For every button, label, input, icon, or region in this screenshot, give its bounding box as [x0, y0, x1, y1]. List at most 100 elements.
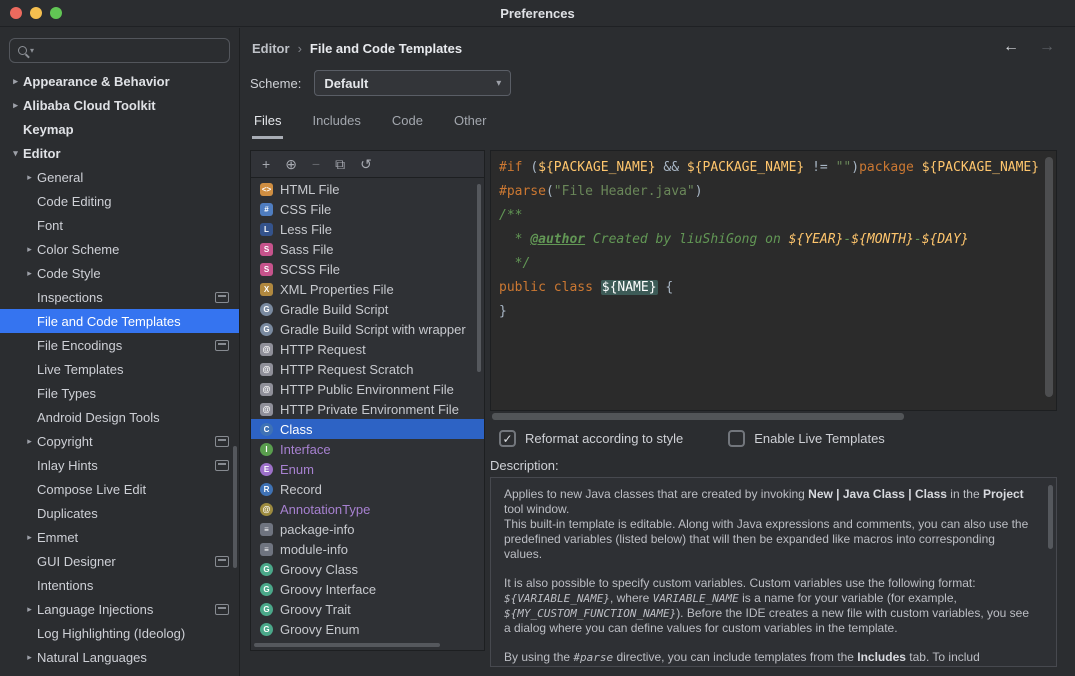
sidebar-scrollbar[interactable] [233, 446, 237, 568]
html-file-icon: <> [260, 183, 273, 196]
template-item-enum[interactable]: EEnum [251, 459, 484, 479]
remove-template-button[interactable]: − [312, 157, 320, 171]
in-editor-preview-icon[interactable] [215, 604, 229, 615]
sidebar-item-general[interactable]: ▸General [0, 165, 239, 189]
template-editor[interactable]: #if (${PACKAGE_NAME} && ${PACKAGE_NAME} … [490, 150, 1057, 411]
sidebar-item-file-types[interactable]: File Types [0, 381, 239, 405]
zoom-window-button[interactable] [50, 7, 62, 19]
duplicate-template-button[interactable]: ⧉ [335, 157, 345, 171]
template-item-package-info[interactable]: ≡package-info [251, 519, 484, 539]
description-scrollbar[interactable] [1048, 485, 1053, 549]
checkbox-enable-live-templates[interactable]: Enable Live Templates [728, 430, 885, 447]
template-item-groovy-trait[interactable]: GGroovy Trait [251, 599, 484, 619]
template-item-gradle-build-script[interactable]: GGradle Build Script [251, 299, 484, 319]
sidebar-item-gui-designer[interactable]: GUI Designer [0, 549, 239, 573]
chevron-right-icon[interactable]: ▸ [22, 268, 37, 279]
window-controls [10, 7, 62, 19]
in-editor-preview-icon[interactable] [215, 340, 229, 351]
sidebar-item-alibaba-cloud-toolkit[interactable]: ▸Alibaba Cloud Toolkit [0, 93, 239, 117]
tab-other[interactable]: Other [452, 111, 489, 139]
in-editor-preview-icon[interactable] [215, 556, 229, 567]
chevron-right-icon[interactable]: ▸ [22, 436, 37, 447]
template-item-class[interactable]: CClass [251, 419, 484, 439]
chevron-right-icon[interactable]: ▸ [8, 100, 23, 111]
template-item-http-request[interactable]: @HTTP Request [251, 339, 484, 359]
template-list-vertical-scrollbar[interactable] [477, 184, 481, 372]
template-item-annotationtype[interactable]: @AnnotationType [251, 499, 484, 519]
forward-arrow-icon[interactable]: → [1039, 38, 1055, 56]
sidebar-item-emmet[interactable]: ▸Emmet [0, 525, 239, 549]
sidebar-item-compose-live-edit[interactable]: Compose Live Edit [0, 477, 239, 501]
checkbox-reformat-according-to-style[interactable]: ✓Reformat according to style [499, 430, 683, 447]
editor-horizontal-scrollbar[interactable] [492, 413, 1055, 420]
template-item-record[interactable]: RRecord [251, 479, 484, 499]
tab-files[interactable]: Files [252, 111, 283, 139]
back-arrow-icon[interactable]: ← [1003, 38, 1019, 56]
template-item-scss-file[interactable]: SSCSS File [251, 259, 484, 279]
sidebar-item-keymap[interactable]: Keymap [0, 117, 239, 141]
sidebar-item-color-scheme[interactable]: ▸Color Scheme [0, 237, 239, 261]
create-child-template-button[interactable]: ⊕ [285, 157, 297, 171]
sidebar-item-live-templates[interactable]: Live Templates [0, 357, 239, 381]
close-window-button[interactable] [10, 7, 22, 19]
template-item-sass-file[interactable]: SSass File [251, 239, 484, 259]
sidebar-item-code-style[interactable]: ▸Code Style [0, 261, 239, 285]
create-template-button[interactable]: + [262, 157, 270, 171]
template-item-http-private-environment-file[interactable]: @HTTP Private Environment File [251, 399, 484, 419]
template-list-horizontal-scrollbar[interactable] [254, 643, 440, 647]
chevron-right-icon[interactable]: ▸ [22, 652, 37, 663]
tab-code[interactable]: Code [390, 111, 425, 139]
sidebar-item-copyright[interactable]: ▸Copyright [0, 429, 239, 453]
search-icon [18, 46, 27, 55]
settings-search-field[interactable]: ▾ [9, 38, 230, 63]
chevron-right-icon[interactable]: ▸ [22, 172, 37, 183]
interface-file-icon: I [260, 443, 273, 456]
options-row: ✓Reformat according to style Enable Live … [499, 430, 885, 447]
template-item-http-request-scratch[interactable]: @HTTP Request Scratch [251, 359, 484, 379]
sidebar-item-appearance-behavior[interactable]: ▸Appearance & Behavior [0, 69, 239, 93]
editor-vertical-scrollbar[interactable] [1045, 157, 1053, 397]
tab-includes[interactable]: Includes [310, 111, 362, 139]
sidebar-item-natural-languages[interactable]: ▸Natural Languages [0, 645, 239, 669]
sidebar-item-code-editing[interactable]: Code Editing [0, 189, 239, 213]
sidebar-item-log-highlighting-ideolog[interactable]: Log Highlighting (Ideolog) [0, 621, 239, 645]
template-item-css-file[interactable]: #CSS File [251, 199, 484, 219]
groovy-file-icon: G [260, 623, 273, 636]
chevron-right-icon[interactable]: ▸ [22, 244, 37, 255]
sidebar-item-android-design-tools[interactable]: Android Design Tools [0, 405, 239, 429]
sidebar-item-intentions[interactable]: Intentions [0, 573, 239, 597]
in-editor-preview-icon[interactable] [215, 460, 229, 471]
reset-to-default-button[interactable]: ↺ [360, 157, 372, 171]
scheme-select[interactable]: Default ▾ [314, 70, 511, 96]
template-item-http-public-environment-file[interactable]: @HTTP Public Environment File [251, 379, 484, 399]
sidebar-item-label: Copyright [37, 434, 93, 449]
chevron-down-icon[interactable]: ▾ [8, 148, 23, 159]
sidebar-item-editor[interactable]: ▾Editor [0, 141, 239, 165]
template-item-html-file[interactable]: <>HTML File [251, 179, 484, 199]
sidebar-item-label: Color Scheme [37, 242, 119, 257]
sidebar-item-inlay-hints[interactable]: Inlay Hints [0, 453, 239, 477]
chevron-right-icon[interactable]: ▸ [22, 604, 37, 615]
minimize-window-button[interactable] [30, 7, 42, 19]
chevron-right-icon[interactable]: ▸ [8, 76, 23, 87]
sidebar-item-file-and-code-templates[interactable]: File and Code Templates [0, 309, 239, 333]
template-item-groovy-enum[interactable]: GGroovy Enum [251, 619, 484, 639]
template-item-xml-properties-file[interactable]: XXML Properties File [251, 279, 484, 299]
sidebar-item-file-encodings[interactable]: File Encodings [0, 333, 239, 357]
sidebar-item-font[interactable]: Font [0, 213, 239, 237]
template-item-groovy-interface[interactable]: GGroovy Interface [251, 579, 484, 599]
in-editor-preview-icon[interactable] [215, 436, 229, 447]
sidebar-item-duplicates[interactable]: Duplicates [0, 501, 239, 525]
sidebar-item-language-injections[interactable]: ▸Language Injections [0, 597, 239, 621]
in-editor-preview-icon[interactable] [215, 292, 229, 303]
breadcrumb-editor[interactable]: Editor [252, 41, 290, 56]
settings-search-input[interactable] [37, 44, 221, 58]
sidebar-item-inspections[interactable]: Inspections [0, 285, 239, 309]
template-item-module-info[interactable]: ≡module-info [251, 539, 484, 559]
template-item-groovy-class[interactable]: GGroovy Class [251, 559, 484, 579]
template-item-less-file[interactable]: LLess File [251, 219, 484, 239]
template-item-interface[interactable]: IInterface [251, 439, 484, 459]
editor-horizontal-scrollbar-thumb[interactable] [492, 413, 904, 420]
chevron-right-icon[interactable]: ▸ [22, 532, 37, 543]
template-item-gradle-build-script-with-wrapper[interactable]: GGradle Build Script with wrapper [251, 319, 484, 339]
